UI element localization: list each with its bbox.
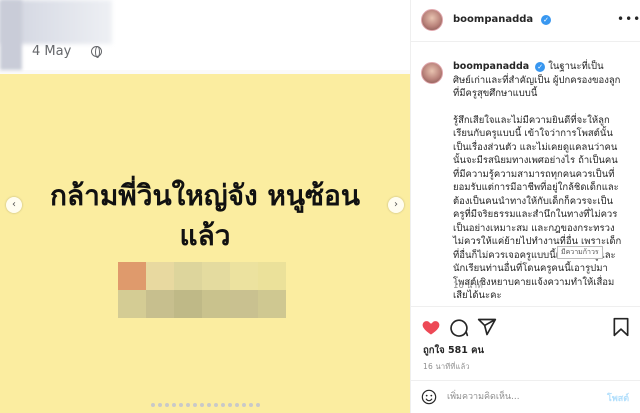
comment-icon[interactable] bbox=[449, 317, 469, 337]
censor-pixel bbox=[146, 262, 174, 290]
header-username[interactable]: boompanadda bbox=[453, 14, 533, 25]
caption-text: boompanadda ✓ ในฐานะที่เป็น ศิษย์เก่าและ… bbox=[453, 60, 623, 302]
censor-pixel bbox=[202, 290, 230, 318]
comments-section[interactable]: boompanadda ✓ ในฐานะที่เป็น ศิษย์เก่าและ… bbox=[411, 48, 640, 302]
censored-area bbox=[118, 262, 286, 318]
verified-badge-icon: ✓ bbox=[535, 61, 546, 72]
post-comment-button[interactable]: โพสต์ bbox=[607, 391, 629, 405]
censor-pixel bbox=[258, 262, 286, 290]
like-count[interactable]: ถูกใจ 581 คน bbox=[423, 343, 484, 358]
verified-badge-icon: ✓ bbox=[541, 15, 551, 25]
bookmark-icon[interactable] bbox=[611, 317, 631, 337]
post-timestamp: 16 นาทีที่แล้ว bbox=[423, 362, 470, 371]
avatar[interactable] bbox=[421, 9, 443, 31]
carousel-dots bbox=[0, 403, 410, 407]
post-text-line-1: กล้ามพี่วินใหญ่จัง หนูซ้อน bbox=[50, 179, 360, 212]
censor-pixel bbox=[174, 262, 202, 290]
post-text: กล้ามพี่วินใหญ่จัง หนูซ้อน แล้ว bbox=[0, 176, 410, 256]
caption-time: 16 นาที bbox=[453, 281, 483, 291]
censor-pixel bbox=[118, 262, 146, 290]
share-icon[interactable] bbox=[477, 317, 497, 337]
heart-icon[interactable] bbox=[421, 317, 441, 337]
tooltip: มีความก้าวร bbox=[557, 246, 603, 259]
more-options-icon[interactable]: ••• bbox=[617, 12, 640, 26]
post-text-line-2: แล้ว bbox=[179, 219, 231, 252]
next-arrow-icon[interactable]: › bbox=[388, 197, 404, 213]
blurred-avatar bbox=[0, 0, 22, 70]
censor-pixel bbox=[202, 262, 230, 290]
censor-pixel bbox=[258, 290, 286, 318]
censor-pixel bbox=[230, 262, 258, 290]
censor-pixel bbox=[230, 290, 258, 318]
comment-input[interactable] bbox=[447, 387, 597, 407]
instagram-panel: boompanadda ✓ ••• boompanadda ✓ ในฐานะที… bbox=[410, 0, 640, 413]
post-media: 4 May กล้ามพี่วินใหญ่จัง หนูซ้อน แล้ว ‹ … bbox=[0, 0, 410, 413]
post-header: boompanadda ✓ ••• bbox=[411, 0, 640, 42]
facebook-post-header: 4 May bbox=[0, 0, 410, 70]
censor-pixel bbox=[146, 290, 174, 318]
post-date: 4 May bbox=[32, 44, 72, 59]
caption-username[interactable]: boompanadda bbox=[453, 61, 529, 72]
previous-arrow-icon[interactable]: ‹ bbox=[6, 197, 22, 213]
emoji-icon[interactable] bbox=[421, 389, 437, 405]
add-comment-bar: โพสต์ bbox=[411, 380, 640, 413]
action-bar bbox=[411, 306, 640, 346]
globe-icon bbox=[91, 46, 102, 58]
censor-pixel bbox=[118, 290, 146, 318]
caption-body: รู้สึกเสียใจและไม่มีความยินดีที่จะให้ลูก… bbox=[453, 114, 622, 302]
caption-avatar[interactable] bbox=[421, 62, 443, 84]
censor-pixel bbox=[174, 290, 202, 318]
